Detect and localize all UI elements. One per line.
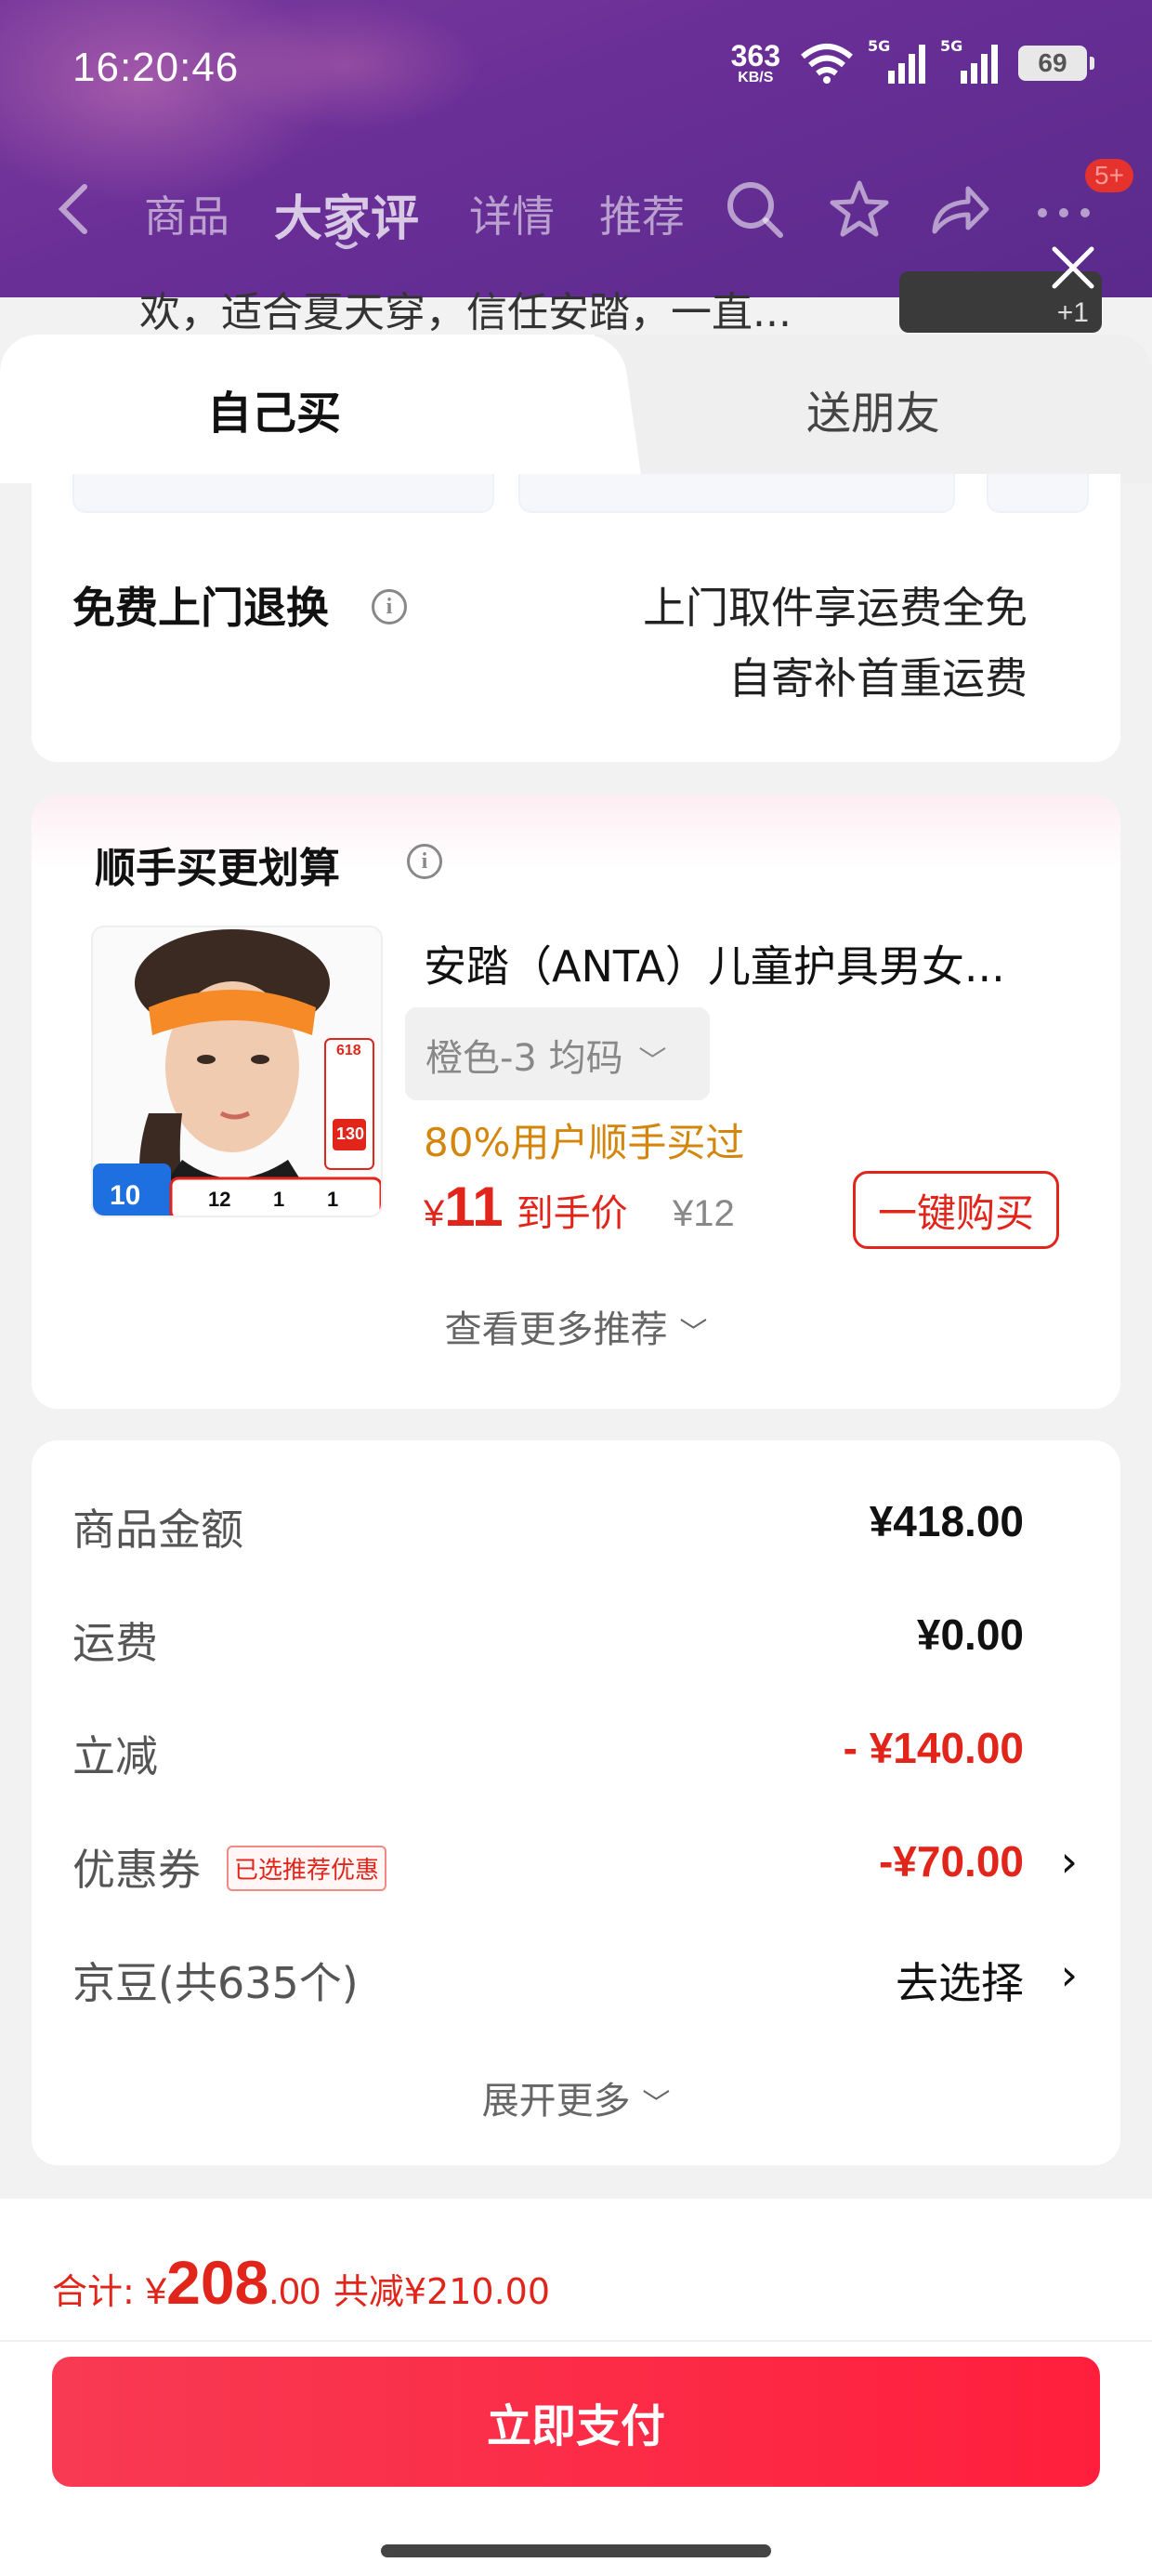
summary-row-instant-discount: 立减 - ¥140.00 xyxy=(72,1724,1024,1781)
wifi-icon xyxy=(801,44,853,84)
product-thumbnail[interactable]: 10 12 1 1 618 130 xyxy=(91,926,383,1217)
service-chip[interactable] xyxy=(72,474,494,513)
bought-together-percent: 80%用户顺手买过 xyxy=(424,1120,745,1165)
status-bar: 16:20:46 363 KB/S 5G 5G 69 xyxy=(0,0,1152,139)
product-nav-bar: 商品 大家评 详情 推荐 5+ xyxy=(0,159,1152,265)
return-detail-line1: 上门取件享运费全免 xyxy=(643,583,1028,633)
summary-row-jingdou[interactable]: 京豆(共635个) 去选择 › xyxy=(72,1940,1078,2015)
summary-row-coupon[interactable]: 优惠券 已选推荐优惠 -¥70.00 › xyxy=(72,1827,1078,1901)
chevron-down-icon: ﹀ xyxy=(642,2088,671,2121)
bundle-recommend-card: 顺手买更划算 i 10 12 1 1 618 130 安踏（ANTA）儿童护具男… xyxy=(32,795,1120,1409)
original-price: ¥12 xyxy=(673,1193,735,1234)
image-count: +1 xyxy=(1056,297,1089,328)
total-discount: 共减¥210.00 xyxy=(333,2271,551,2312)
coupon-recommend-tag: 已选推荐优惠 xyxy=(227,1846,387,1891)
final-price: ¥11 到手价 xyxy=(424,1176,628,1238)
spec-selector[interactable]: 橙色-3 均码 ﹀ xyxy=(405,1007,710,1100)
chevron-right-icon: › xyxy=(1060,1950,1078,2000)
status-time: 16:20:46 xyxy=(72,45,240,90)
summary-row-shipping: 运费 ¥0.00 xyxy=(72,1610,1024,1668)
tab-recommend[interactable]: 推荐 xyxy=(599,183,685,244)
checkout-bottom-bar: 合计: ¥208.00 共减¥210.00 立即支付 xyxy=(0,2199,1152,2576)
product-name[interactable]: 安踏（ANTA）儿童护具男女... xyxy=(424,933,1055,994)
return-service-card: 免费上门退换 i 上门取件享运费全免 自寄补首重运费 xyxy=(32,474,1120,762)
image-tag-618: 618 xyxy=(336,1043,361,1058)
home-indicator[interactable] xyxy=(381,2544,771,2557)
order-total: 合计: ¥208.00 共减¥210.00 xyxy=(52,2248,551,2317)
image-countdown-day: 12 xyxy=(208,1188,231,1211)
chevron-right-icon: › xyxy=(1060,1836,1078,1886)
pay-now-button[interactable]: 立即支付 xyxy=(52,2357,1100,2487)
tab-product[interactable]: 商品 xyxy=(144,183,229,244)
bundle-title: 顺手买更划算 xyxy=(95,845,340,892)
image-countdown-hour: 1 xyxy=(273,1188,285,1211)
active-tab-indicator xyxy=(334,241,359,249)
network-speed: 363 KB/S xyxy=(730,39,780,85)
image-countdown-min: 1 xyxy=(327,1188,339,1211)
tab-details[interactable]: 详情 xyxy=(469,183,555,244)
more-recommend-link[interactable]: 查看更多推荐 ﹀ xyxy=(32,1299,1120,1353)
one-click-buy-button[interactable]: 一键购买 xyxy=(853,1171,1059,1249)
chevron-down-icon: ﹀ xyxy=(638,1045,667,1078)
more-icon[interactable] xyxy=(1031,177,1096,243)
product-image xyxy=(93,927,381,1216)
battery-icon: 69 xyxy=(1018,46,1094,81)
divider xyxy=(0,2340,1152,2342)
summary-row-goods: 商品金额 ¥418.00 xyxy=(72,1497,1024,1555)
share-icon[interactable] xyxy=(927,177,992,243)
tab-gift-to-friend[interactable]: 送朋友 xyxy=(595,376,1152,441)
back-arrow-icon[interactable] xyxy=(51,181,98,237)
close-icon[interactable] xyxy=(1045,240,1101,296)
search-icon[interactable] xyxy=(723,177,788,243)
spec-text: 橙色-3 均码 xyxy=(425,1037,623,1080)
tab-buy-for-self-label[interactable]: 自己买 xyxy=(0,376,548,441)
message-count-badge: 5+ xyxy=(1085,159,1133,192)
review-peek-text: 欢，适合夏天穿，信任安踏，一直... xyxy=(139,289,792,336)
return-detail-line2: 自寄补首重运费 xyxy=(728,653,1028,703)
service-chip[interactable] xyxy=(987,474,1089,513)
info-icon[interactable]: i xyxy=(407,844,442,879)
signal-5g-icon: 5G xyxy=(940,37,1000,84)
purchase-mode-tabs: 自己买 送朋友 xyxy=(0,335,1152,483)
expand-more-link[interactable]: 展开更多 ﹀ xyxy=(32,2070,1120,2124)
image-price-tag: 130 xyxy=(336,1124,365,1143)
service-chip[interactable] xyxy=(518,474,955,513)
favorite-star-icon[interactable] xyxy=(827,177,892,243)
image-badge-number: 10 xyxy=(110,1180,141,1211)
info-icon[interactable]: i xyxy=(372,589,407,624)
chevron-down-icon: ﹀ xyxy=(679,1317,708,1349)
return-title: 免费上门退换 xyxy=(72,583,329,633)
signal-5g-icon: 5G xyxy=(868,37,927,84)
price-summary-card: 商品金额 ¥418.00 运费 ¥0.00 立减 - ¥140.00 优惠券 已… xyxy=(32,1440,1120,2165)
